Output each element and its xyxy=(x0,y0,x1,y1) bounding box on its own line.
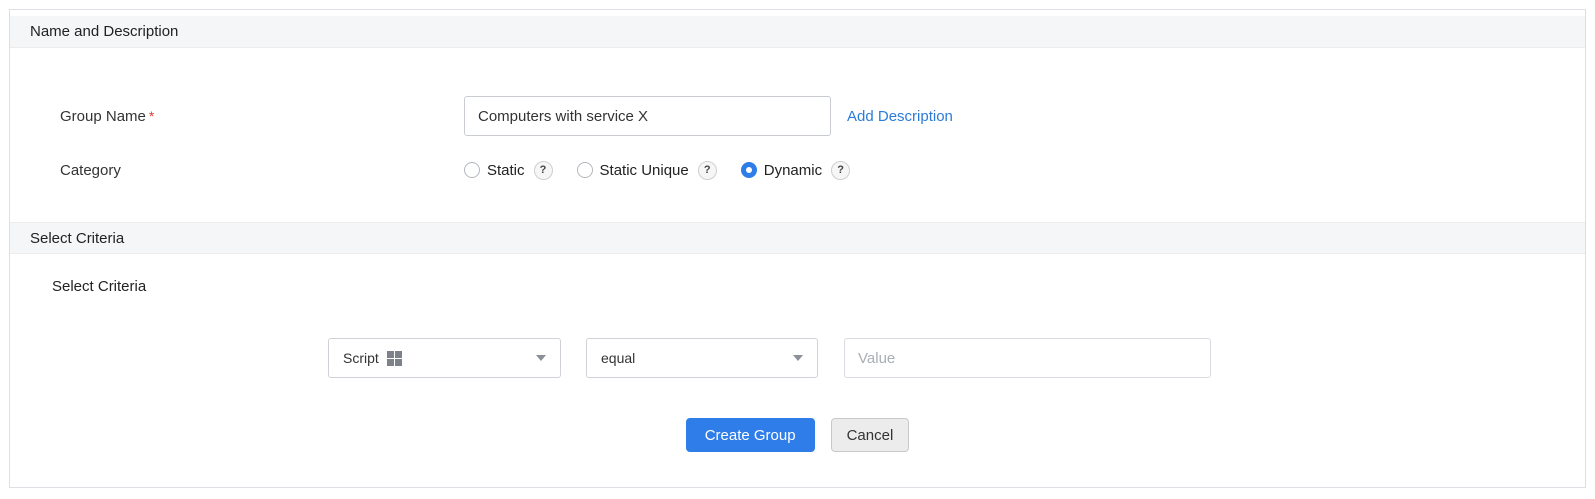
create-group-button[interactable]: Create Group xyxy=(686,418,815,452)
radio-static[interactable] xyxy=(464,162,480,178)
select-criteria-label: Select Criteria xyxy=(10,278,1585,298)
radio-static-label: Static xyxy=(487,162,525,179)
group-name-label: Group Name* xyxy=(10,108,464,125)
add-description-link[interactable]: Add Description xyxy=(847,108,953,125)
attribute-dropdown-value: Script xyxy=(343,350,379,366)
attribute-dropdown[interactable]: Script xyxy=(328,338,561,378)
group-name-field: Add Description xyxy=(464,96,953,136)
radio-static-unique-label: Static Unique xyxy=(600,162,689,179)
operator-dropdown[interactable]: equal xyxy=(586,338,818,378)
cancel-button[interactable]: Cancel xyxy=(831,418,910,452)
radio-dynamic[interactable] xyxy=(741,162,757,178)
section-title-name-description: Name and Description xyxy=(30,23,178,40)
help-icon-static[interactable]: ? xyxy=(534,161,553,180)
group-name-label-text: Group Name xyxy=(60,108,146,125)
windows-icon xyxy=(387,351,402,366)
group-name-input[interactable] xyxy=(464,96,831,136)
chevron-down-icon xyxy=(793,355,803,361)
radio-option-static[interactable]: Static ? xyxy=(464,161,553,180)
required-asterisk: * xyxy=(149,108,154,124)
help-icon-static-unique[interactable]: ? xyxy=(698,161,717,180)
group-name-row: Group Name* Add Description xyxy=(10,96,1585,136)
criteria-row: Script equal xyxy=(10,338,1585,378)
section-header-name-description: Name and Description xyxy=(10,16,1585,48)
category-label: Category xyxy=(10,162,464,179)
radio-static-unique[interactable] xyxy=(577,162,593,178)
category-row: Category Static ? Static Unique ? Dynami… xyxy=(10,152,1585,188)
radio-option-static-unique[interactable]: Static Unique ? xyxy=(577,161,717,180)
category-options: Static ? Static Unique ? Dynamic ? xyxy=(464,161,874,180)
create-group-panel: Name and Description Group Name* Add Des… xyxy=(9,9,1586,488)
section-title-select-criteria: Select Criteria xyxy=(30,230,124,247)
operator-dropdown-value: equal xyxy=(601,350,635,366)
radio-option-dynamic[interactable]: Dynamic ? xyxy=(741,161,850,180)
criteria-value-input[interactable] xyxy=(844,338,1211,378)
chevron-down-icon xyxy=(536,355,546,361)
form-actions: Create Group Cancel xyxy=(10,418,1585,452)
help-icon-dynamic[interactable]: ? xyxy=(831,161,850,180)
radio-dynamic-label: Dynamic xyxy=(764,162,822,179)
section-header-select-criteria: Select Criteria xyxy=(10,222,1585,254)
